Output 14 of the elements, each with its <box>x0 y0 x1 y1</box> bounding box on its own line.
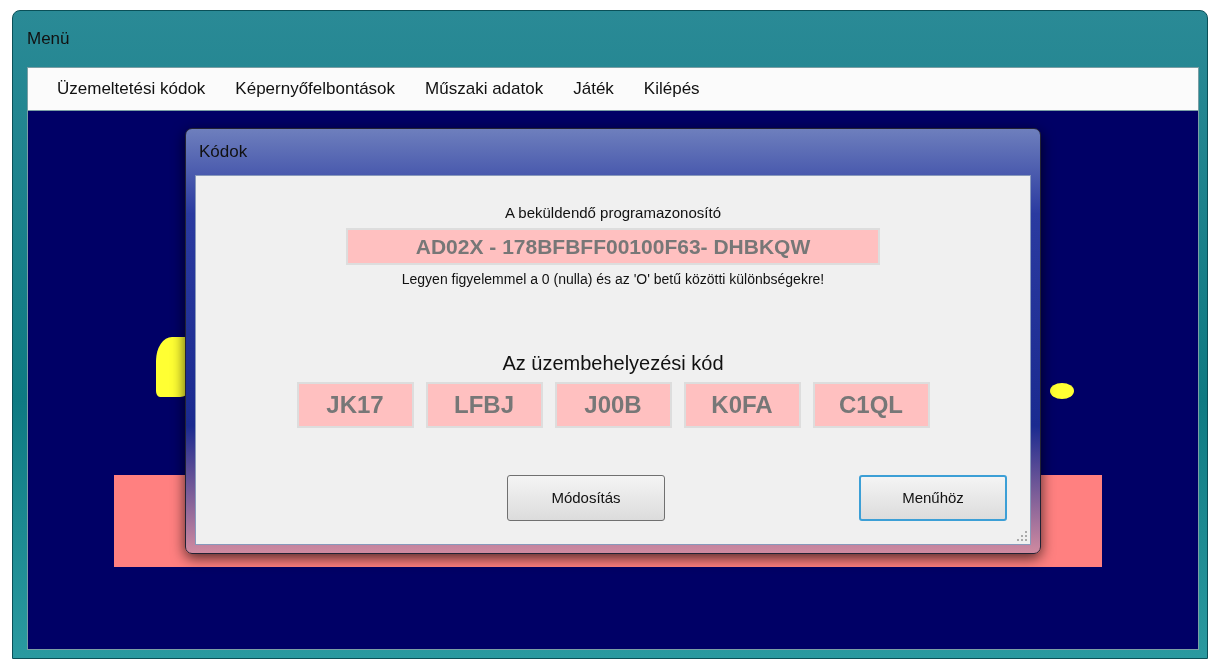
warning-text: Legyen figyelemmel a 0 (nulla) és az 'O' betű közötti különbségekre! <box>401 270 825 289</box>
window-title: Menü <box>27 28 71 51</box>
resize-grip-icon[interactable] <box>1016 530 1028 542</box>
menu-item[interactable]: Üzemeltetési kódok <box>42 72 221 106</box>
menu-item[interactable]: Műszaki adatok <box>410 72 559 106</box>
dialog-button[interactable]: Menűhöz <box>859 475 1007 521</box>
logo-dot <box>1050 383 1074 399</box>
program-id-label: A beküldendő programazonosító <box>505 203 721 223</box>
dialog-button[interactable]: Módosítás <box>507 475 665 521</box>
activation-code-label: Az üzembehelyezési kód <box>502 351 724 376</box>
dialog-title: Kódok <box>198 141 249 164</box>
menu-item[interactable]: Kilépés <box>628 72 715 106</box>
menu-item[interactable]: Játék <box>558 72 629 106</box>
menu-item[interactable]: Képernyőfelbontások <box>220 72 411 106</box>
